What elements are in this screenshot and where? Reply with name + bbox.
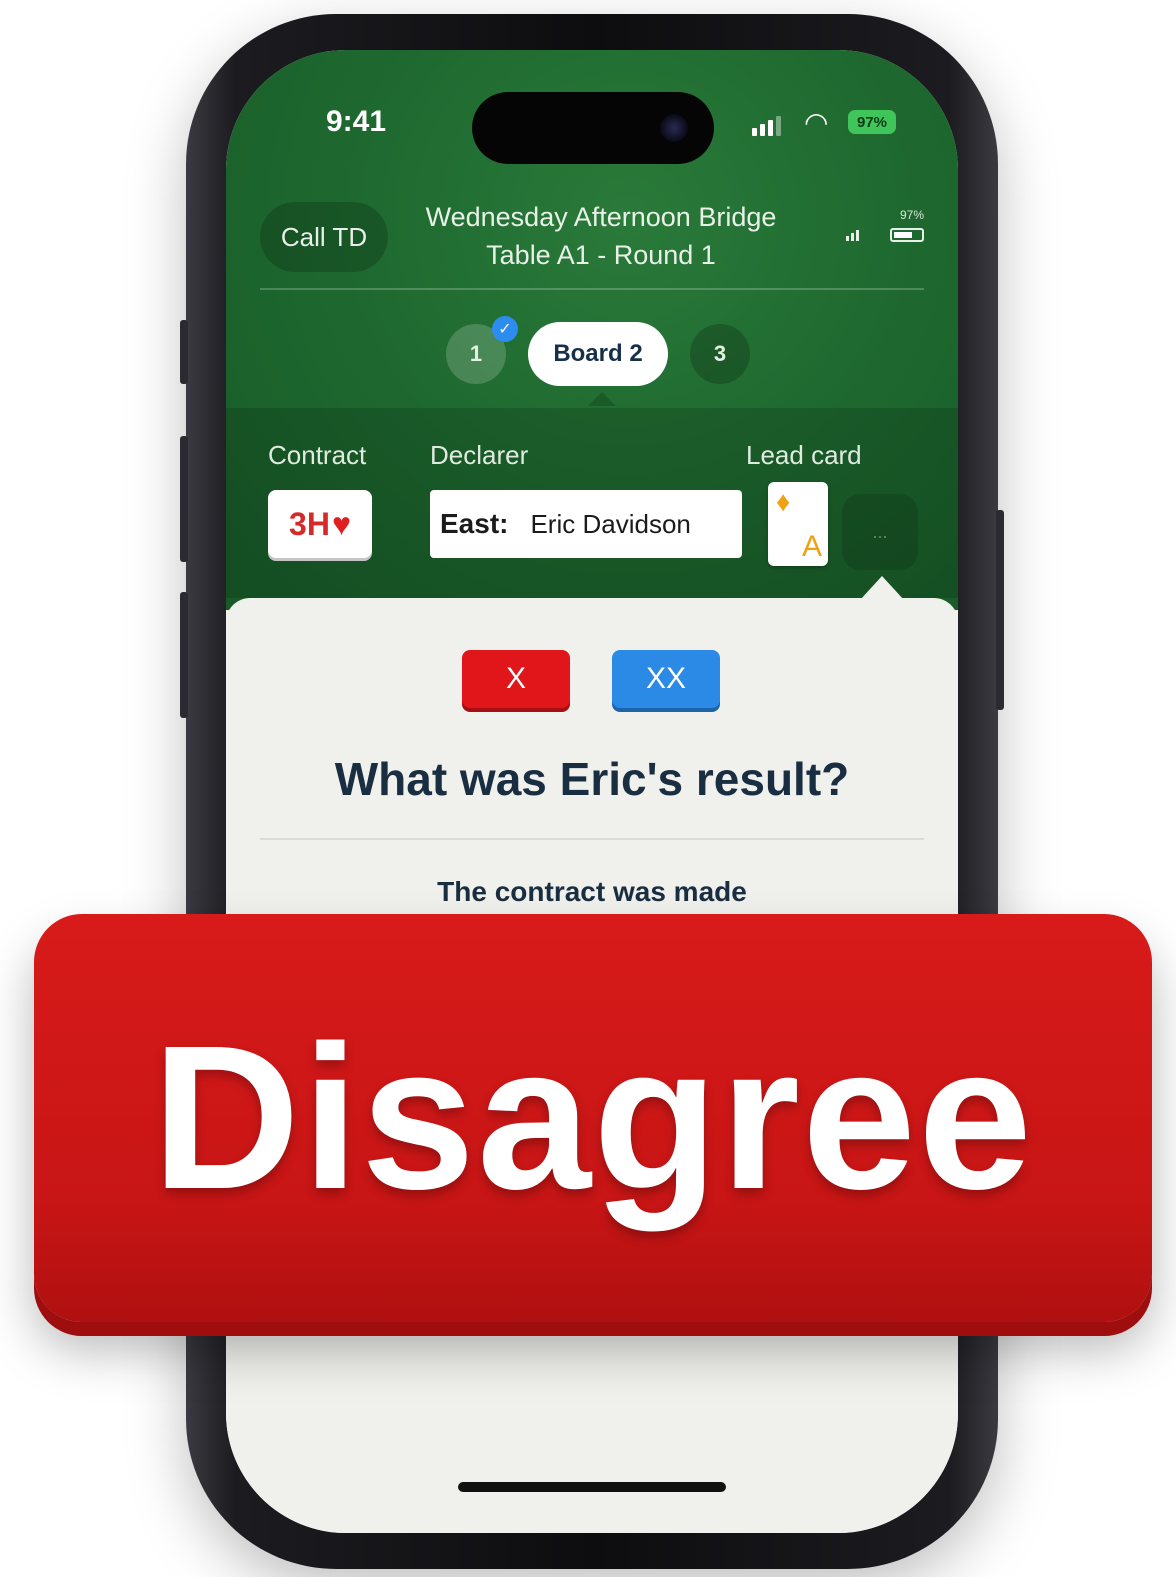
battery-level: 97%	[856, 113, 888, 131]
table-round: Table A1 - Round 1	[486, 240, 716, 270]
power-button	[996, 510, 1004, 710]
camera-icon	[660, 114, 688, 142]
sheet-pointer	[860, 576, 904, 600]
declarer-seat: East:	[440, 508, 509, 539]
event-title: Wednesday Afternoon Bridge Table A1 - Ro…	[386, 198, 816, 274]
mini-battery-icon	[890, 228, 924, 242]
more-button[interactable]: ...	[842, 494, 918, 570]
mini-battery-pct: 97%	[899, 208, 924, 222]
tab-pointer	[588, 392, 616, 406]
disagree-text: Disagree	[151, 1003, 1035, 1232]
dynamic-island	[472, 92, 714, 164]
sheet-divider	[260, 838, 924, 840]
home-indicator[interactable]	[458, 1482, 726, 1492]
contract-text: 3H	[289, 505, 330, 542]
double-button[interactable]: X	[462, 650, 570, 708]
status-time: 9:41	[326, 105, 387, 138]
lead-card-rank: A	[801, 530, 822, 563]
declarer-field[interactable]: East: Eric Davidson	[430, 490, 742, 558]
volume-down-button	[180, 592, 188, 718]
mini-status: 97%	[838, 208, 928, 258]
disagree-banner: Disagree	[34, 914, 1152, 1322]
diamond-icon: ♦	[776, 486, 791, 517]
header-divider	[260, 288, 924, 290]
heart-icon: ♥	[331, 505, 351, 542]
volume-up-button	[180, 436, 188, 562]
battery-icon: 97%	[848, 110, 896, 134]
wifi-icon: ◠	[804, 107, 829, 138]
call-td-button[interactable]: Call TD	[260, 202, 388, 272]
phone-frame: 9:41 ◠ 97% Call TD Wednesday Afternoon B…	[180, 14, 1004, 1569]
lead-card-label: Lead card	[746, 440, 862, 470]
redouble-button[interactable]: XX	[612, 650, 720, 708]
action-button	[180, 320, 188, 384]
check-icon: ✓	[492, 316, 518, 342]
result-option-made[interactable]: The contract was made	[226, 876, 958, 908]
event-name: Wednesday Afternoon Bridge	[425, 202, 777, 232]
contract-value[interactable]: 3H ♥	[268, 490, 372, 558]
board-tabs: 1 ✓ Board 2 3	[226, 316, 958, 386]
contract-label: Contract	[268, 440, 367, 470]
mini-signal-icon	[846, 230, 859, 241]
declarer-label: Declarer	[430, 440, 529, 470]
result-question: What was Eric's result?	[334, 753, 850, 805]
board-tab-2[interactable]: Board 2	[528, 322, 668, 386]
lead-card[interactable]: ♦ A	[768, 482, 828, 566]
declarer-name: Eric Davidson	[530, 508, 691, 539]
signal-icon	[752, 116, 781, 136]
board-tab-3[interactable]: 3	[690, 324, 750, 384]
